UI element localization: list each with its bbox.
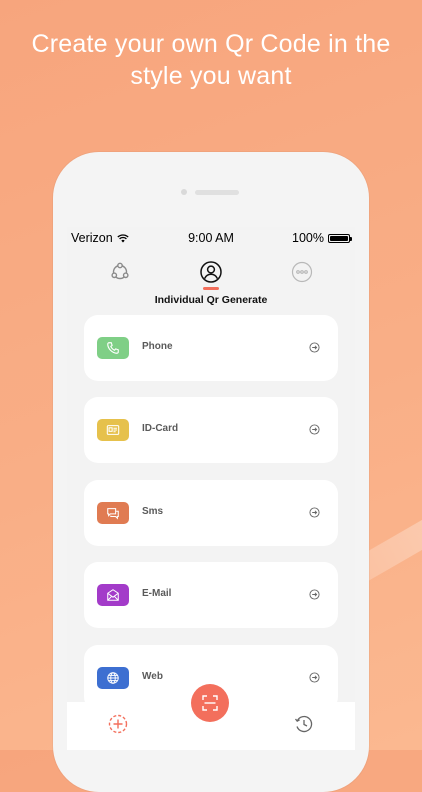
email-icon [107, 589, 119, 601]
promo-line-1: Create your own Qr Code in the [31, 30, 391, 58]
promo-line-2: style you want [130, 62, 292, 90]
globe-icon [107, 672, 119, 684]
arrow-right-circle-icon [309, 672, 320, 683]
battery-icon [328, 233, 352, 243]
id-card-icon [106, 425, 120, 435]
arrow-right-circle-icon [309, 507, 320, 518]
share-network-icon [111, 262, 129, 280]
list-item-sms[interactable]: Sms [84, 480, 338, 546]
id-card-icon-badge [97, 419, 129, 441]
active-tab-indicator [203, 287, 219, 290]
list-item-label: ID-Card [142, 423, 179, 434]
email-icon-badge [97, 584, 129, 606]
list-item-label: Phone [142, 341, 173, 352]
globe-icon-badge [97, 667, 129, 689]
promo-headline: Create your own Qr Code in the style you… [0, 28, 422, 92]
arrow-right-circle-icon [309, 342, 320, 353]
phone-icon-badge [97, 337, 129, 359]
list-item-label: Sms [142, 506, 164, 517]
phone-icon [107, 342, 119, 354]
status-bar: Verizon 9:00 AM 100% [67, 227, 355, 247]
history-icon [294, 715, 313, 733]
tab-individual[interactable] [199, 260, 223, 284]
user-circle-icon [200, 261, 222, 283]
sms-icon [107, 508, 119, 520]
speaker-grille [195, 190, 239, 195]
scan-icon [202, 695, 218, 711]
list-item-label: Web [142, 671, 163, 682]
add-qr-icon [108, 714, 128, 734]
nav-create-button[interactable] [107, 713, 129, 735]
arrow-right-circle-icon [309, 589, 320, 600]
sms-icon-badge [97, 502, 129, 524]
tab-more[interactable] [290, 260, 314, 284]
list-item-label: E-Mail [142, 588, 172, 599]
list-item-phone[interactable]: Phone [84, 315, 338, 381]
scan-button[interactable] [191, 684, 229, 722]
list-item-email[interactable]: E-Mail [84, 562, 338, 628]
nav-history-button[interactable] [293, 713, 315, 735]
arrow-right-circle-icon [309, 424, 320, 435]
more-dots-icon [291, 261, 313, 283]
status-battery-group: 100% [292, 231, 352, 245]
front-camera [181, 189, 187, 195]
tab-share[interactable] [108, 260, 132, 284]
section-title: Individual Qr Generate [154, 294, 268, 306]
battery-percent: 100% [292, 231, 324, 245]
app-screen: Verizon 9:00 AM 100% Individual Qr Gener… [67, 227, 355, 750]
list-item-id-card[interactable]: ID-Card [84, 397, 338, 463]
